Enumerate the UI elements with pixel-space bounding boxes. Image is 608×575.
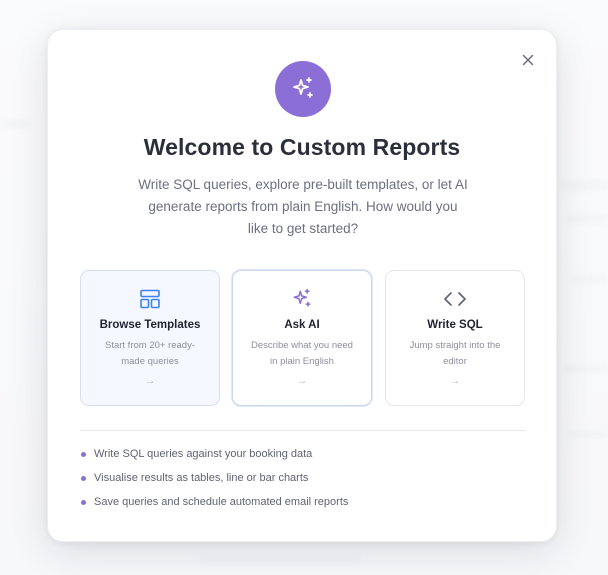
sparkles-icon [293,77,313,98]
start-options: Browse Templates Start from 20+ ready-ma… [80,270,526,406]
close-icon [522,54,534,66]
modal-subtitle: Write SQL queries, explore pre-built tem… [138,177,468,236]
card-description: Describe what you need in plain English [251,340,353,367]
feature-text: Visualise results as tables, line or bar… [94,472,309,484]
card-title: Write SQL [427,319,483,331]
browse-templates-card[interactable]: Browse Templates Start from 20+ ready-ma… [80,270,220,406]
write-sql-card[interactable]: Write SQL Jump straight into the editor … [385,270,525,406]
close-button[interactable] [518,50,538,70]
feature-text: Write SQL queries against your booking d… [94,448,313,460]
welcome-modal: Welcome to Custom Reports Write SQL quer… [47,29,557,542]
bullet-dot [81,452,86,457]
card-title: Browse Templates [99,319,201,331]
arrow-right-icon: → [144,375,156,387]
bullet-dot [81,500,86,505]
code-icon [444,292,466,306]
layout-template-icon [140,289,160,309]
feature-item: Visualise results as tables, line or bar… [80,468,526,492]
divider [80,430,526,431]
feature-item: Write SQL queries against your booking d… [80,444,526,468]
ask-ai-card[interactable]: Ask AI Describe what you need in plain E… [232,270,372,406]
feature-item: Save queries and schedule automated emai… [80,492,526,516]
hero-badge [275,61,331,117]
modal-title: Welcome to Custom Reports [143,134,461,160]
feature-text: Save queries and schedule automated emai… [94,496,349,508]
card-title: Ask AI [284,319,320,331]
feature-list: Write SQL queries against your booking d… [80,444,526,516]
bullet-dot [81,476,86,481]
sparkles-icon [293,288,311,307]
card-description: Jump straight into the editor [409,340,501,367]
card-description: Start from 20+ ready-made queries [104,340,196,367]
arrow-right-icon: → [296,375,308,387]
arrow-right-icon: → [449,375,461,387]
